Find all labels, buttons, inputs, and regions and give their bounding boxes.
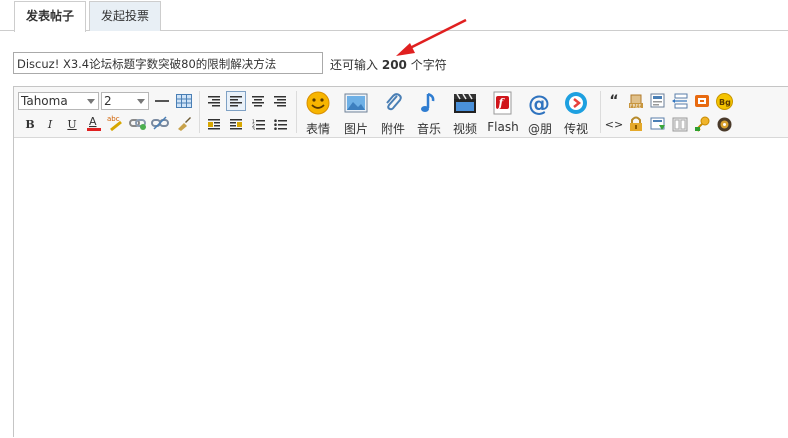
attachment-button[interactable]: 附件 (376, 91, 410, 136)
share-video-button[interactable]: 传视 (559, 91, 593, 136)
remaining-suffix: 个字符 (410, 58, 447, 72)
tab-new-poll[interactable]: 发起投票 (89, 1, 161, 31)
toolbar-separator (600, 91, 601, 133)
italic-button[interactable]: I (40, 114, 60, 134)
svg-text:3: 3 (252, 126, 255, 130)
underline-button[interactable]: U (62, 114, 82, 134)
rich-text-editor: Tahoma 2 B I U A abc 1 2 3 表情 图片 附件 音乐 视… (13, 86, 788, 438)
password-key-icon[interactable] (692, 114, 712, 134)
align-right-icon[interactable] (204, 91, 224, 111)
video-button[interactable]: 视频 (448, 91, 482, 136)
columns-icon[interactable] (670, 114, 690, 134)
flash-icon: f (493, 91, 512, 115)
font-family-select[interactable]: Tahoma (18, 92, 99, 110)
svg-text:abc: abc (107, 115, 120, 123)
red-arrow-annotation (396, 18, 467, 56)
music-button[interactable]: 音乐 (412, 91, 446, 136)
code-icon[interactable]: <> (604, 114, 624, 134)
svg-text:@: @ (528, 92, 550, 115)
flash-button[interactable]: f Flash (486, 91, 520, 135)
link-icon[interactable] (128, 113, 148, 133)
svg-text:Bg: Bg (719, 98, 731, 107)
image-label: 图片 (343, 122, 368, 136)
svg-text:A: A (89, 115, 97, 128)
editor-content-area[interactable] (14, 138, 788, 438)
bold-button[interactable]: B (20, 114, 40, 134)
subject-input[interactable]: Discuz! X3.4论坛标题字数突破80的限制解决方法 (13, 52, 323, 74)
float-right-icon[interactable] (226, 114, 246, 134)
video-clapper-icon (454, 93, 476, 113)
media-disc-icon[interactable] (714, 114, 734, 134)
remaining-count: 200 (381, 58, 407, 72)
background-color-icon[interactable]: Bg (714, 91, 734, 111)
remaining-prefix: 还可输入 (330, 58, 379, 72)
paperclip-icon (386, 93, 402, 111)
toolbar-separator (199, 91, 200, 133)
music-note-icon (421, 92, 435, 112)
image-icon (344, 93, 368, 113)
editor-toolbar: Tahoma 2 B I U A abc 1 2 3 表情 图片 附件 音乐 视… (14, 87, 788, 138)
align-center-icon[interactable] (248, 91, 268, 111)
horizontal-rule-icon[interactable] (152, 91, 172, 111)
free-content-icon[interactable]: FREE (626, 91, 646, 111)
at-icon: @ (528, 92, 550, 115)
lock-icon[interactable] (626, 114, 646, 134)
play-icon (565, 92, 587, 114)
font-family-value: Tahoma (21, 94, 68, 108)
tab-new-thread[interactable]: 发表帖子 (14, 1, 86, 32)
unordered-list-icon[interactable] (270, 114, 290, 134)
image-button[interactable]: 图片 (339, 91, 373, 136)
share-video-label: 传视 (563, 122, 588, 136)
remaining-chars-hint: 还可输入 200 个字符 (330, 56, 447, 73)
ordered-list-icon[interactable]: 123 (248, 114, 268, 134)
clear-format-brush-icon[interactable] (174, 113, 194, 133)
flash-label: Flash (487, 120, 519, 134)
align-left-icon[interactable] (226, 91, 246, 111)
emoticon-label: 表情 (305, 122, 330, 136)
svg-text:FREE: FREE (630, 104, 642, 110)
font-color-icon[interactable]: A (84, 113, 104, 133)
spellcheck-icon[interactable]: abc (106, 113, 126, 133)
quote-icon[interactable]: “ (604, 91, 624, 111)
font-size-select[interactable]: 2 (101, 92, 149, 110)
font-size-value: 2 (104, 94, 112, 108)
smiley-icon (306, 91, 330, 115)
mention-button[interactable]: @ @朋 (523, 91, 557, 136)
unlink-icon[interactable] (150, 113, 170, 133)
table-icon[interactable] (174, 91, 194, 111)
hide-content-icon[interactable] (648, 91, 668, 111)
video-label: 视频 (452, 122, 477, 136)
download-box-icon[interactable] (648, 114, 668, 134)
align-justify-icon[interactable] (270, 91, 290, 111)
float-left-icon[interactable] (204, 114, 224, 134)
page-break-icon[interactable] (670, 91, 690, 111)
emoticon-button[interactable]: 表情 (301, 91, 335, 136)
post-box-icon[interactable] (692, 91, 712, 111)
